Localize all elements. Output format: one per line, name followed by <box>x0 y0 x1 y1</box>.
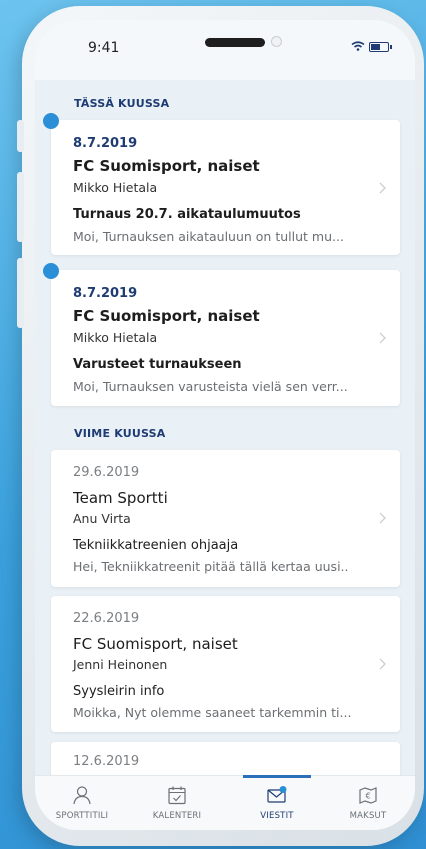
chevron-right-icon <box>379 658 386 670</box>
message-preview: Moi, Turnauksen aikatauluun on tullut mu… <box>73 229 344 244</box>
message-date: 8.7.2019 <box>73 136 138 151</box>
message-team: FC Suomisport, naiset <box>73 307 260 325</box>
tab-maksut[interactable]: € MAKSUT <box>330 776 406 830</box>
message-sender: Mikko Hietala <box>73 330 158 345</box>
unread-dot-icon <box>43 263 59 279</box>
message-card[interactable]: 8.7.2019 FC Suomisport, naiset Mikko Hie… <box>43 113 400 255</box>
message-subject: Syysleirin info <box>73 684 165 699</box>
tab-label: VIESTIT <box>260 811 294 821</box>
wifi-icon <box>351 41 365 51</box>
message-team: Team Sportti <box>73 489 168 507</box>
phone-side-button <box>17 120 24 152</box>
camera-notch <box>271 36 282 47</box>
message-date: 8.7.2019 <box>73 286 138 301</box>
message-date: 22.6.2019 <box>73 611 140 626</box>
status-bar: 9:41 <box>35 20 415 80</box>
bottom-tab-bar: SPORTTITILI KALENTERI VIESTIT € MAKSUT <box>35 775 415 830</box>
message-preview: Hei, Tekniikkatreenit pitää tällä kertaa… <box>73 559 349 574</box>
section-header-this-month: TÄSSÄ KUUSSA <box>74 97 170 110</box>
tab-sporttitili[interactable]: SPORTTITILI <box>44 776 120 830</box>
unread-dot-icon <box>43 113 59 129</box>
message-date: 29.6.2019 <box>73 465 140 480</box>
message-date: 12.6.2019 <box>73 754 140 769</box>
tab-viestit[interactable]: VIESTIT <box>239 776 315 830</box>
tab-label: KALENTERI <box>152 811 202 821</box>
phone-side-button <box>17 172 24 242</box>
message-team: FC Suomisport, naiset <box>73 635 238 653</box>
tab-kalenteri[interactable]: KALENTERI <box>139 776 215 830</box>
message-subject: Tekniikkatreenien ohjaaja <box>73 538 239 553</box>
app-screen: 9:41 TÄSSÄ KUUSSA 8.7.2019 FC Suomisport… <box>35 20 415 830</box>
battery-icon <box>369 42 392 52</box>
message-sender: Anu Virta <box>73 511 131 526</box>
message-team: FC Suomisport, naiset <box>73 157 260 175</box>
message-sender: Mikko Hietala <box>73 180 158 195</box>
message-card[interactable]: 8.7.2019 FC Suomisport, naiset Mikko Hie… <box>43 263 400 406</box>
svg-text:€: € <box>365 792 370 801</box>
mail-icon <box>267 786 287 803</box>
message-sender: Jenni Heinonen <box>73 657 168 672</box>
calendar-icon <box>168 786 186 805</box>
chevron-right-icon <box>379 182 386 194</box>
message-preview: Moi, Turnauksen varusteista vielä sen ve… <box>73 379 348 394</box>
message-subject: Turnaus 20.7. aikataulumuutos <box>73 207 301 222</box>
message-preview: Moikka, Nyt olemme saaneet tarkemmin ti.… <box>73 705 352 720</box>
speaker-notch <box>205 38 265 47</box>
chevron-right-icon <box>379 512 386 524</box>
tab-label: MAKSUT <box>349 811 387 821</box>
person-icon <box>73 786 91 805</box>
chevron-right-icon <box>379 332 386 344</box>
message-subject: Varusteet turnaukseen <box>73 357 242 372</box>
message-card[interactable]: 29.6.2019 Team Sportti Anu Virta Tekniik… <box>51 450 400 587</box>
payment-icon: € <box>359 787 377 804</box>
status-time: 9:41 <box>88 40 120 56</box>
message-card[interactable]: 22.6.2019 FC Suomisport, naiset Jenni He… <box>51 596 400 732</box>
phone-side-button <box>17 258 24 328</box>
section-header-last-month: VIIME KUUSSA <box>74 427 166 440</box>
tab-label: SPORTTITILI <box>55 811 109 821</box>
